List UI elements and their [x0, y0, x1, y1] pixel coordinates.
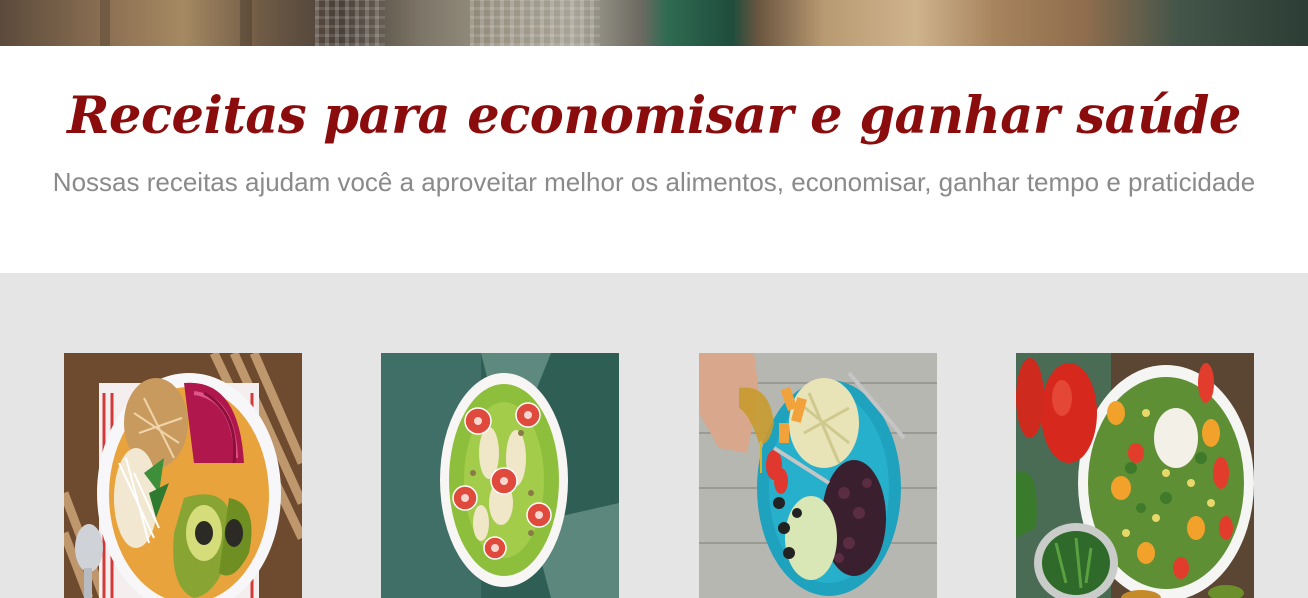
- kiwi-bowl-image[interactable]: [381, 353, 619, 598]
- acai-bowl-image[interactable]: [64, 353, 302, 598]
- page-header: Receitas para economisar e ganhar saúde …: [0, 46, 1308, 273]
- recipe-card-3[interactable]: [699, 353, 937, 598]
- page-title: Receitas para economisar e ganhar saúde: [67, 86, 1241, 146]
- recipe-card-1[interactable]: [64, 353, 302, 598]
- recipe-gallery: [0, 273, 1308, 598]
- tomato-salad-image[interactable]: [1016, 353, 1254, 598]
- recipe-card-2[interactable]: [381, 353, 619, 598]
- hero-banner-image: [0, 0, 1308, 46]
- recipe-card-4[interactable]: [1016, 353, 1254, 598]
- page-subtitle: Nossas receitas ajudam você a aproveitar…: [52, 167, 1256, 197]
- salad-oil-image[interactable]: [699, 353, 937, 598]
